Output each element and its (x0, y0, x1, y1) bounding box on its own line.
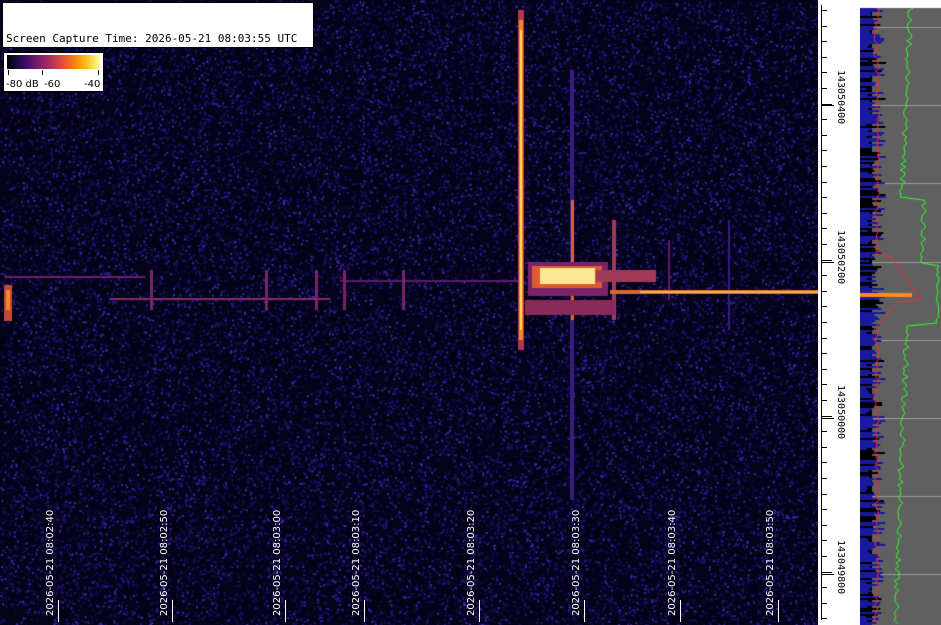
time-tick (364, 600, 365, 622)
frequency-tick (822, 603, 827, 604)
frequency-tick (822, 57, 827, 58)
spectrum-panel[interactable] (860, 0, 941, 625)
time-label: 2026-05-21 08:03:40 (666, 510, 680, 616)
frequency-major-tick (822, 105, 834, 106)
frequency-tick (822, 275, 827, 276)
frequency-tick (822, 197, 827, 198)
frequency-label-text: 143050000 (835, 385, 846, 440)
frequency-axis: 143050400 143050200 143050000 143049800 (818, 0, 860, 625)
frequency-tick (822, 509, 827, 510)
frequency-label-text: 143050200 (835, 230, 846, 285)
frequency-label: 143049800 (834, 540, 846, 620)
time-tick (479, 600, 480, 622)
frequency-tick (822, 228, 827, 229)
time-tick (285, 600, 286, 622)
colorbar-max-label: -40 (84, 79, 101, 90)
frequency-tick (822, 166, 827, 167)
frequency-tick (822, 244, 827, 245)
frequency-tick (822, 119, 827, 120)
time-label-text: 2026-05-21 08:03:10 (351, 509, 362, 616)
frequency-tick (822, 416, 832, 417)
time-label: 2026-05-21 08:03:00 (271, 510, 285, 616)
frequency-tick (822, 260, 832, 261)
time-label: 2026-05-21 08:02:50 (158, 510, 172, 616)
frequency-label: 143050400 (834, 70, 846, 150)
frequency-label-text: 143049800 (835, 540, 846, 595)
config-text: Config = V8 (6, 116, 79, 129)
colorbar-gradient (7, 55, 100, 69)
frequency-tick (822, 384, 827, 385)
time-label: 2026-05-21 08:02:40 (44, 510, 58, 616)
time-label-text: 2026-05-21 08:03:30 (571, 509, 582, 616)
frequency-tick (822, 400, 827, 401)
colorbar-tick (8, 70, 9, 75)
frequency-tick (822, 41, 827, 42)
frequency-tick (822, 291, 827, 292)
time-label: 2026-05-21 08:03:20 (465, 510, 479, 616)
frequency-tick (822, 525, 827, 526)
frequency-major-tick (822, 574, 834, 575)
colorbar-legend: -80 dB -60 -40 (3, 52, 104, 92)
frequency-tick (822, 494, 827, 495)
frequency-label: 143050000 (834, 385, 846, 465)
colorbar-mid-label: -60 (44, 79, 61, 90)
time-label-text: 2026-05-21 08:03:50 (765, 509, 776, 616)
frequency-tick (822, 431, 827, 432)
frequency-tick (822, 213, 827, 214)
frequency-tick (822, 10, 827, 11)
frequency-tick (822, 72, 827, 73)
frequency-tick (822, 587, 827, 588)
time-label-text: 2026-05-21 08:03:20 (466, 509, 477, 616)
spectrogram-window: Screen Capture Time: 2026-05-21 08:03:55… (0, 0, 941, 625)
time-label-text: 2026-05-21 08:02:50 (159, 509, 170, 616)
capture-info-box: Screen Capture Time: 2026-05-21 08:03:55… (2, 2, 314, 129)
colorbar-tick (42, 70, 43, 75)
time-tick (680, 600, 681, 622)
colorbar-tick (98, 70, 99, 75)
frequency-tick (822, 478, 827, 479)
time-tick (172, 600, 173, 622)
frequency-major-tick (822, 418, 834, 419)
frequency-tick (822, 306, 827, 307)
frequency-tick (822, 182, 827, 183)
frequency-axis-line (821, 5, 822, 620)
frequency-tick (822, 540, 827, 541)
frequency-tick (822, 26, 827, 27)
capture-time-text: Screen Capture Time: 2026-05-21 08:03:55… (6, 32, 298, 45)
colorbar-min-label: -80 dB (6, 79, 39, 90)
frequency-tick (822, 447, 827, 448)
time-label-text: 2026-05-21 08:02:40 (45, 509, 56, 616)
time-label: 2026-05-21 08:03:30 (570, 510, 584, 616)
frequency-tick (822, 556, 827, 557)
time-label: 2026-05-21 08:03:10 (350, 510, 364, 616)
frequency-label: 143050200 (834, 230, 846, 310)
time-tick (584, 600, 585, 622)
frequency-tick (822, 572, 832, 573)
frequency-major-tick (822, 262, 834, 263)
frequency-tick (822, 322, 827, 323)
frequency-tick (822, 618, 827, 619)
time-label: 2026-05-21 08:03:50 (764, 510, 778, 616)
frequency-tick (822, 369, 827, 370)
frequency-tick (822, 150, 827, 151)
frequency-tick (822, 135, 827, 136)
frequency-tick (822, 338, 827, 339)
frequency-tick (822, 353, 827, 354)
frequency-tick (822, 462, 827, 463)
time-label-text: 2026-05-21 08:03:40 (667, 509, 678, 616)
time-tick (778, 600, 779, 622)
time-tick (58, 600, 59, 622)
frequency-tick (822, 88, 827, 89)
frequency-label-text: 143050400 (835, 70, 846, 125)
time-label-text: 2026-05-21 08:03:00 (272, 509, 283, 616)
